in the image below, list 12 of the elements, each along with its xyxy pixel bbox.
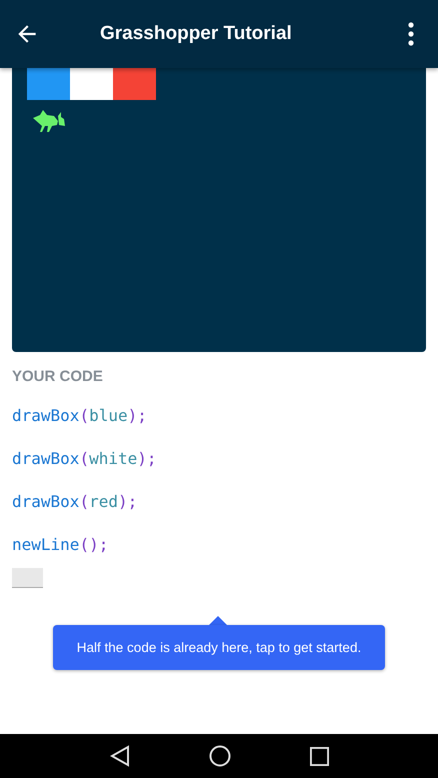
section-heading: YOUR CODE (12, 368, 104, 387)
code-line[interactable]: drawBox(white); (12, 449, 426, 492)
home-icon[interactable] (208, 745, 230, 767)
code-line[interactable]: drawBox(red); (12, 492, 426, 535)
recents-icon[interactable] (310, 746, 328, 766)
back-icon[interactable] (110, 745, 130, 767)
app-title: Grasshopper Tutorial (100, 23, 293, 45)
tooltip-text: Half the code is already here, tap to get started. (76, 640, 362, 655)
code-line[interactable]: newLine(); (12, 535, 426, 578)
more-options-icon[interactable] (408, 22, 414, 46)
grasshopper-icon (32, 109, 66, 133)
code-line[interactable]: drawBox(blue); (12, 406, 426, 449)
